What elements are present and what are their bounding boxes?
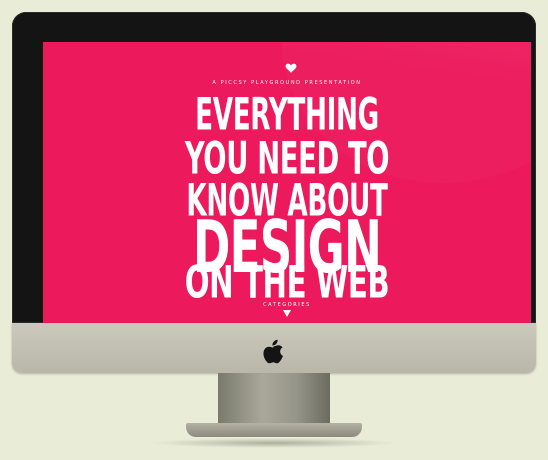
presentation-kicker: A PICCSY PLAYGROUND PRESENTATION [212, 80, 362, 86]
monitor-bezel: A PICCSY PLAYGROUND PRESENTATION EVERYTH… [12, 12, 536, 326]
monitor-shadow [150, 438, 398, 448]
triangle-down-icon[interactable] [283, 310, 291, 317]
monitor-stand-base [186, 423, 362, 437]
heart-icon [285, 63, 297, 73]
monitor-stand-neck [218, 373, 330, 423]
categories-link[interactable]: CATEGORIES [43, 302, 531, 308]
apple-logo-icon [263, 339, 283, 364]
headline-line-1: EVERYTHING [195, 88, 379, 141]
screen: A PICCSY PLAYGROUND PRESENTATION EVERYTH… [43, 42, 531, 326]
headline-line-5: ON THE WEB [184, 256, 390, 309]
